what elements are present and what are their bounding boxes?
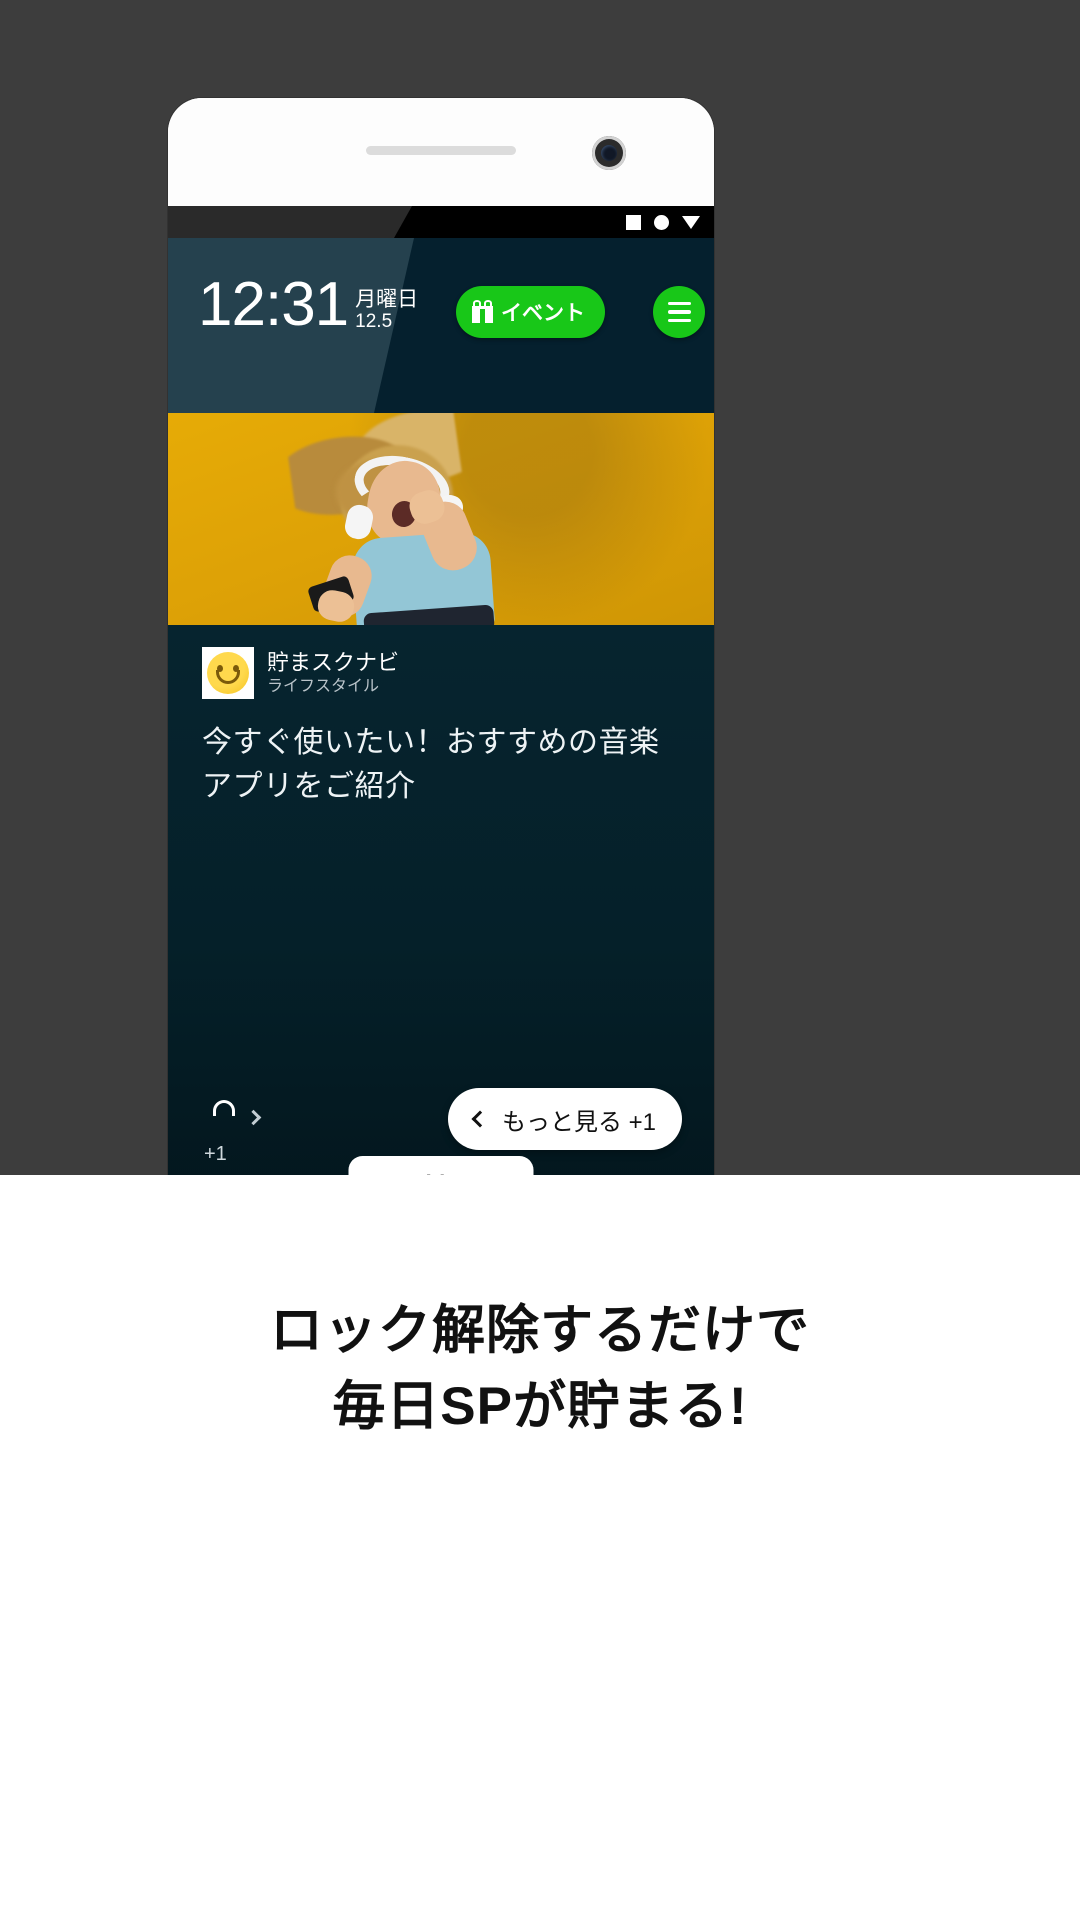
front-camera [592, 136, 626, 170]
more-see-label: もっと見る +1 [501, 1108, 656, 1136]
article-source-row[interactable]: 貯まスクナビ ライフスタイル [202, 647, 399, 699]
event-button-label: イベント [501, 302, 585, 325]
caption-line-2: 毎日SPが貯まる! [332, 1377, 748, 1436]
gift-icon [472, 299, 493, 323]
event-button[interactable]: イベント [456, 286, 605, 338]
avatar [202, 647, 254, 699]
status-bar-icons [626, 206, 700, 238]
phone-bezel-top [168, 98, 714, 206]
phone-mockup: 12:31 月曜日 12.5 イベント 貯まスクナビ ライフスタイル 今すぐ使い… [168, 98, 714, 1208]
more-see-button[interactable]: もっと見る +1 [447, 1088, 682, 1150]
lockscreen-header: 12:31 月曜日 12.5 イベント [168, 238, 714, 413]
chevron-left-icon [471, 1110, 489, 1128]
promo-caption: ロック解除するだけで 毎日SPが貯まる! [0, 1175, 1080, 1920]
chevron-right-icon [245, 1109, 262, 1125]
source-text-block: 貯まスクナビ ライフスタイル [267, 650, 399, 697]
caption-line-1: ロック解除するだけで [270, 1301, 810, 1360]
earpiece-speaker [366, 146, 516, 155]
promo-stage: 12:31 月曜日 12.5 イベント 貯まスクナビ ライフスタイル 今すぐ使い… [0, 0, 1080, 1208]
triangle-icon [682, 215, 700, 229]
status-bar [168, 206, 714, 238]
date-block: 月曜日 12.5 [355, 288, 418, 332]
article-card: 貯まスクナビ ライフスタイル 今すぐ使いたい！おすすめの音楽アプリをご紹介 +1… [168, 625, 714, 1208]
unlock-padlock-icon [204, 1100, 235, 1134]
clock-block: 12:31 月曜日 12.5 [198, 274, 418, 336]
unlock-hint[interactable] [204, 1100, 262, 1134]
date-number: 12.5 [355, 311, 393, 332]
day-of-week: 月曜日 [355, 288, 419, 311]
article-hero-image[interactable] [168, 413, 714, 625]
unlock-points: +1 [204, 1143, 227, 1165]
clock-time: 12:31 [198, 270, 349, 339]
article-headline[interactable]: 今すぐ使いたい！おすすめの音楽アプリをご紹介 [202, 721, 680, 809]
article-source-name: 貯まスクナビ [267, 649, 400, 675]
phone-screen: 12:31 月曜日 12.5 イベント 貯まスクナビ ライフスタイル 今すぐ使い… [168, 206, 714, 1208]
circle-icon [654, 214, 669, 230]
smiley-face-icon [207, 652, 249, 694]
article-category: ライフスタイル [267, 677, 380, 695]
square-icon [626, 214, 641, 230]
hamburger-menu-icon[interactable] [653, 286, 705, 338]
